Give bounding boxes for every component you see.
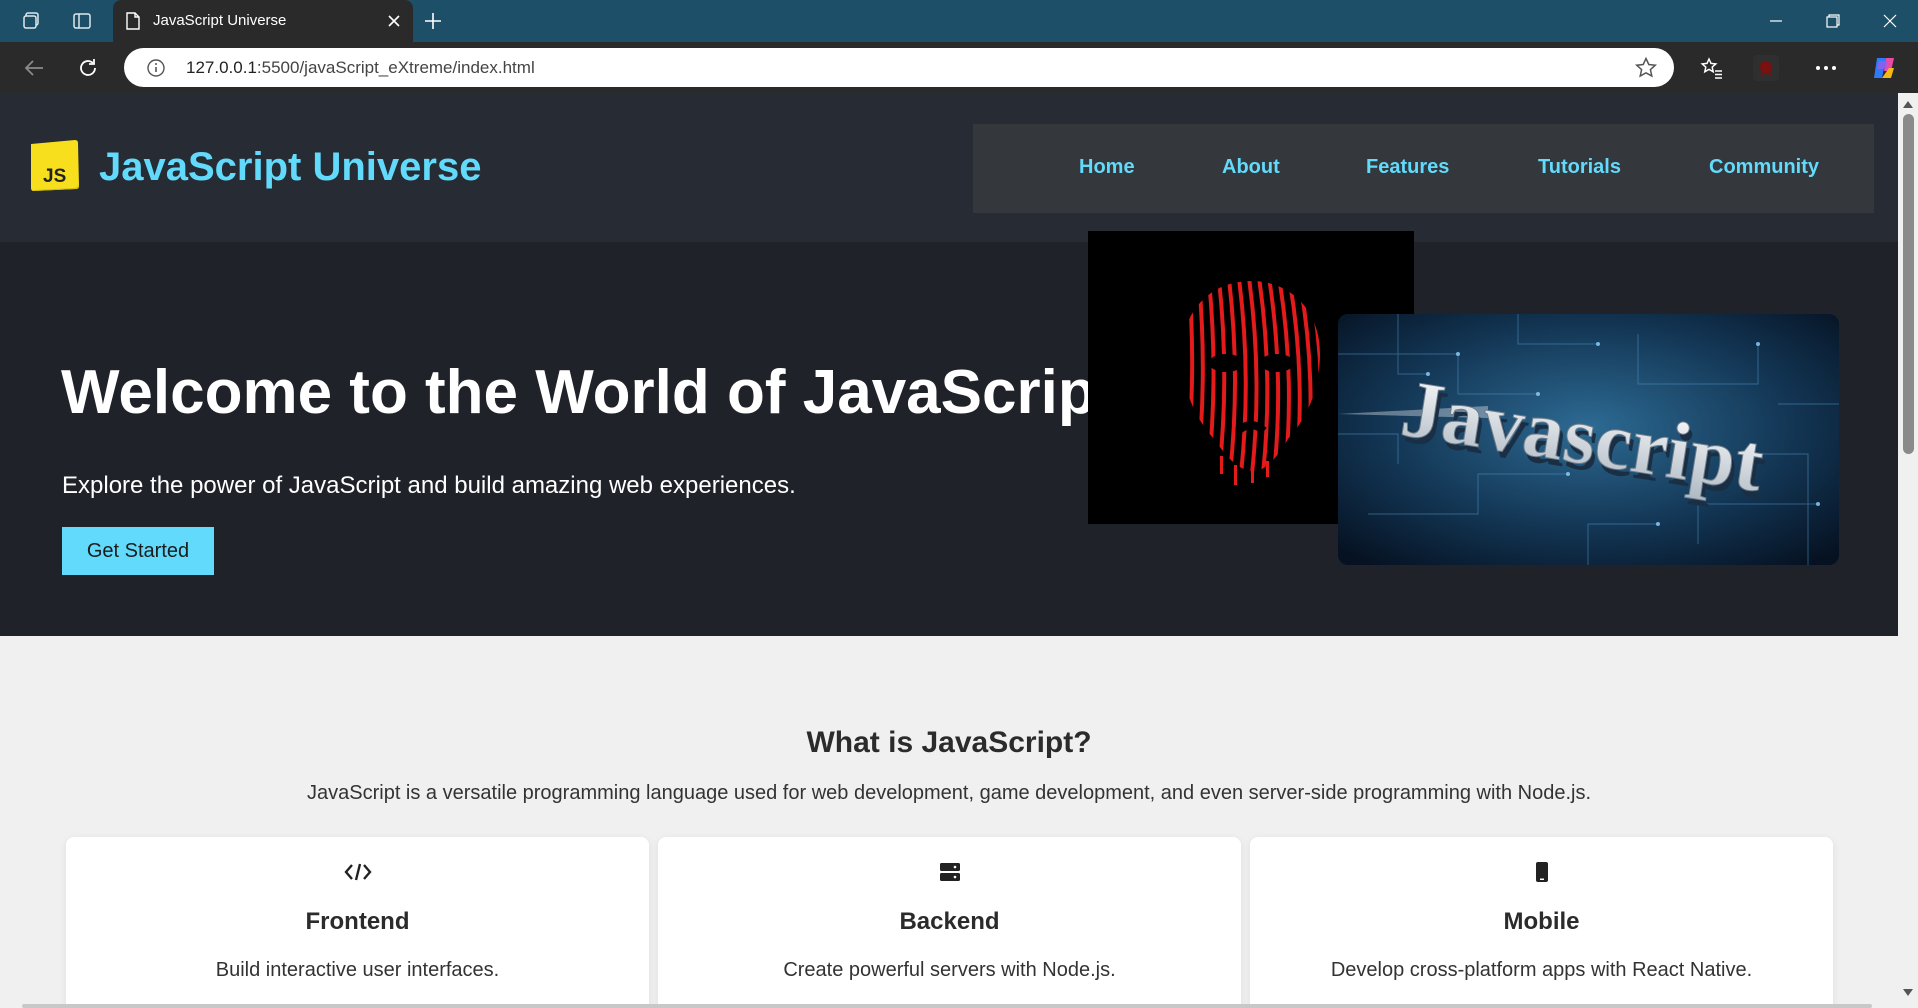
- url-path: :5500/javaScript_eXtreme/index.html: [256, 58, 535, 77]
- hero-title: Welcome to the World of JavaScript: [61, 358, 1117, 427]
- copilot-icon[interactable]: [1870, 54, 1898, 82]
- js-logo[interactable]: JS: [28, 138, 80, 193]
- nav-community[interactable]: Community: [1709, 156, 1819, 179]
- minimize-button[interactable]: [1748, 0, 1804, 42]
- logo-text: JS: [43, 166, 67, 187]
- new-tab-button[interactable]: [420, 8, 446, 34]
- page-viewport: JS JavaScript Universe Home About Featur…: [0, 93, 1898, 1008]
- back-icon[interactable]: [20, 54, 48, 82]
- browser-tab-bar: JavaScript Universe: [0, 0, 1918, 42]
- tab-title: JavaScript Universe: [153, 12, 287, 29]
- get-started-button[interactable]: Get Started: [62, 527, 214, 575]
- section-title: What is JavaScript?: [806, 726, 1092, 759]
- brand-title[interactable]: JavaScript Universe: [99, 145, 481, 190]
- card-mobile[interactable]: Mobile Develop cross-platform apps with …: [1250, 837, 1833, 1008]
- card-text: Build interactive user interfaces.: [215, 959, 500, 981]
- url-field[interactable]: 127.0.0.1:5500/javaScript_eXtreme/index.…: [124, 48, 1674, 87]
- address-bar-row: 127.0.0.1:5500/javaScript_eXtreme/index.…: [0, 42, 1918, 93]
- mobile-icon: [1250, 859, 1833, 885]
- card-title: Frontend: [305, 908, 410, 935]
- page-icon: [125, 12, 141, 30]
- url-text: 127.0.0.1:5500/javaScript_eXtreme/index.…: [186, 58, 535, 78]
- more-options-icon[interactable]: [1812, 54, 1840, 82]
- nav-home[interactable]: Home: [1079, 156, 1135, 179]
- tab-active[interactable]: JavaScript Universe: [113, 0, 413, 42]
- scroll-up-icon[interactable]: [1902, 99, 1914, 109]
- scroll-down-icon[interactable]: [1902, 988, 1914, 998]
- refresh-icon[interactable]: [74, 54, 102, 82]
- vertical-scrollbar[interactable]: [1898, 93, 1918, 1008]
- scrollbar-thumb[interactable]: [1903, 114, 1914, 454]
- code-icon: [66, 859, 649, 885]
- close-tab-icon[interactable]: [383, 10, 405, 32]
- javascript-banner-image: Javascript Javascript: [1338, 314, 1839, 565]
- profile-avatar[interactable]: [1752, 54, 1780, 82]
- card-backend[interactable]: Backend Create powerful servers with Nod…: [658, 837, 1241, 1008]
- close-window-button[interactable]: [1862, 0, 1918, 42]
- card-text: Create powerful servers with Node.js.: [783, 959, 1116, 981]
- tab-actions-icon[interactable]: [70, 9, 94, 33]
- nav-about[interactable]: About: [1222, 156, 1280, 179]
- favorite-star-icon[interactable]: [1634, 56, 1658, 80]
- card-title: Backend: [899, 908, 1000, 935]
- card-frontend[interactable]: Frontend Build interactive user interfac…: [66, 837, 649, 1008]
- site-info-icon[interactable]: [146, 58, 166, 78]
- restore-button[interactable]: [1805, 0, 1861, 42]
- server-icon: [658, 859, 1241, 885]
- favorites-icon[interactable]: [1698, 54, 1726, 82]
- site-header: JS JavaScript Universe Home About Featur…: [0, 93, 1898, 242]
- url-host: 127.0.0.1: [186, 58, 257, 77]
- card-text: Develop cross-platform apps with React N…: [1330, 959, 1753, 981]
- hero-section: Welcome to the World of JavaScript Explo…: [0, 231, 1898, 636]
- section-lead: JavaScript is a versatile programming la…: [307, 782, 1591, 804]
- hero-subtitle: Explore the power of JavaScript and buil…: [62, 472, 796, 499]
- card-title: Mobile: [1503, 908, 1580, 935]
- horizontal-scrollbar[interactable]: [22, 1004, 1872, 1008]
- nav-features[interactable]: Features: [1366, 156, 1449, 179]
- what-is-js-section: What is JavaScript? JavaScript is a vers…: [0, 636, 1898, 1008]
- workspaces-icon[interactable]: [20, 9, 44, 33]
- main-nav: Home About Features Tutorials Community: [973, 124, 1874, 213]
- nav-tutorials[interactable]: Tutorials: [1538, 156, 1621, 179]
